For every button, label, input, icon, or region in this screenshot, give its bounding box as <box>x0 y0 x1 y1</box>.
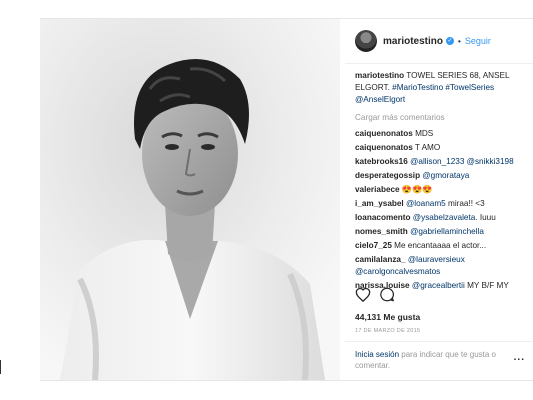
likes-count[interactable]: 44,131 Me gusta <box>355 312 420 322</box>
comment-mention[interactable]: @loanam5 <box>406 199 446 208</box>
comment-mention[interactable]: @ysabelzavaleta <box>413 213 475 222</box>
instagram-post: mariotestino ✓ • Seguir mariotestino TOW… <box>40 18 533 381</box>
portrait-image <box>40 19 340 380</box>
heart-outline-icon[interactable] <box>355 287 371 302</box>
comment-username[interactable]: i_am_ysabel <box>355 199 404 208</box>
follow-button[interactable]: Seguir <box>465 36 491 46</box>
comments-list[interactable]: mariotestino TOWEL SERIES 68, ANSEL ELGO… <box>345 64 533 292</box>
comment-username[interactable]: loanacomento <box>355 213 411 222</box>
comment-mention[interactable]: @gmorataya <box>422 171 469 180</box>
comment-username[interactable]: caiquenonatos <box>355 129 413 138</box>
comment-text: MY B/F MY <box>467 281 509 290</box>
comment-username[interactable]: nomes_smith <box>355 227 408 236</box>
comment-username[interactable]: valeriabece <box>355 185 400 194</box>
caption-username[interactable]: mariotestino <box>355 71 404 80</box>
login-prompt: Inicia sesión para indicar que te gusta … <box>355 349 505 371</box>
header-dot: • <box>458 36 461 46</box>
comment-item: desperategossip @gmorataya <box>355 170 523 182</box>
comment-mention[interactable]: @gracealbertii <box>412 281 465 290</box>
comment-text: T AMO <box>414 143 441 152</box>
comment-item: loanacomento @ysabelzavaleta. Iuuu <box>355 212 523 224</box>
comment-item: caiquenonatos T AMO <box>355 142 523 154</box>
comment-username[interactable]: caiquenonatos <box>355 143 413 152</box>
post-header: mariotestino ✓ • Seguir <box>345 19 533 64</box>
comment-bubble-icon[interactable] <box>379 287 395 302</box>
post-caption: mariotestino TOWEL SERIES 68, ANSEL ELGO… <box>355 70 523 106</box>
divider <box>345 341 533 342</box>
comment-item: i_am_ysabel @loanam5 miraa!! <3 <box>355 198 523 210</box>
comment-text: 😍😍😍 <box>401 185 433 194</box>
comment-item: camilalanza_ @lauraversieux @carolgoncal… <box>355 254 523 278</box>
comment-text: miraa!! <3 <box>448 199 485 208</box>
comment-text: Me encantaaaa el actor... <box>394 241 487 250</box>
comment-mention[interactable]: @gabriellaminchella <box>410 227 484 236</box>
comment-text: MDS <box>415 129 434 138</box>
comment-item: caiquenonatos MDS <box>355 128 523 140</box>
post-date: 17 DE MARZO DE 2015 <box>355 328 421 334</box>
avatar[interactable] <box>355 30 377 52</box>
comment-item: katebrooks16 @allison_1233 @snikki3198 <box>355 156 523 168</box>
caption-hashtags[interactable]: #MarioTestino #TowelSeries <box>392 83 494 92</box>
post-side-panel: mariotestino ✓ • Seguir mariotestino TOW… <box>345 19 533 380</box>
caption-mention[interactable]: @AnselElgort <box>355 95 405 104</box>
comment-text: . Iuuu <box>475 213 496 222</box>
comment-item: valeriabece 😍😍😍 <box>355 184 523 196</box>
comment-username[interactable]: desperategossip <box>355 171 420 180</box>
comment-mention[interactable]: @allison_1233 @snikki3198 <box>410 157 514 166</box>
comment-item: cielo7_25 Me encantaaaa el actor... <box>355 240 523 252</box>
page-edge-marker <box>0 360 1 374</box>
load-more-comments[interactable]: Cargar más comentarios <box>355 112 523 124</box>
comment-username[interactable]: camilalanza_ <box>355 255 406 264</box>
verified-check-icon: ✓ <box>446 37 455 45</box>
login-link[interactable]: Inicia sesión <box>355 350 399 359</box>
comment-username[interactable]: katebrooks16 <box>355 157 408 166</box>
comment-item: nomes_smith @gabriellaminchella <box>355 226 523 238</box>
post-photo[interactable] <box>40 19 340 380</box>
post-actions <box>355 287 395 302</box>
header-username[interactable]: mariotestino <box>383 36 443 47</box>
comment-username[interactable]: cielo7_25 <box>355 241 392 250</box>
more-options-icon[interactable]: ... <box>514 352 525 363</box>
